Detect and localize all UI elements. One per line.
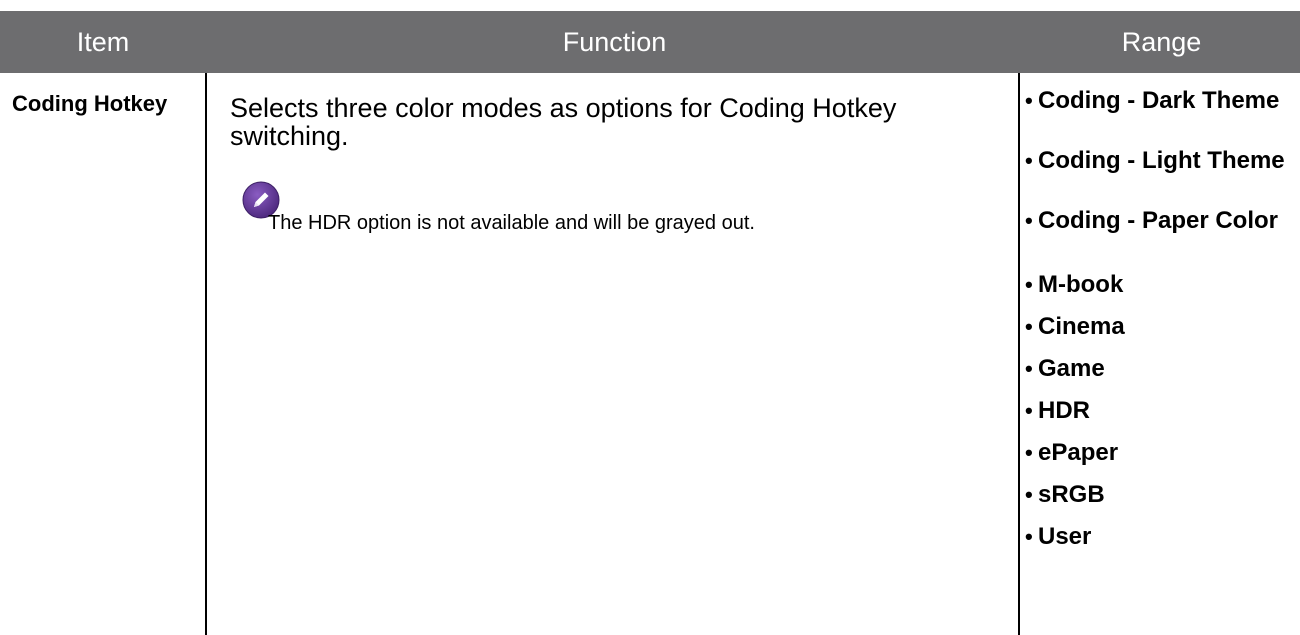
bullet: • <box>1025 482 1033 507</box>
bullet: • <box>1025 314 1033 339</box>
range-option-label: Cinema <box>1038 313 1125 340</box>
table-header-row: Item Function Range <box>0 11 1300 73</box>
column-divider-1 <box>205 73 207 635</box>
function-description: Selects three color modes as options for… <box>230 93 897 151</box>
bullet: • <box>1025 272 1033 297</box>
range-option-label: M-book <box>1038 271 1124 298</box>
range-option-label: Coding - Dark Theme <box>1038 87 1280 114</box>
note: The HDR option is not available and will… <box>230 179 1010 239</box>
function-cell: Selects three color modes as options for… <box>230 93 1010 234</box>
range-option-label: Coding - Paper Color <box>1038 207 1278 234</box>
bullet: • <box>1025 208 1033 233</box>
range-option-label: User <box>1038 523 1092 550</box>
settings-table: Item Function Range Coding Hotkey Select… <box>0 0 1300 635</box>
item-name: Coding Hotkey <box>12 91 168 116</box>
column-divider-2 <box>1018 73 1020 635</box>
header-function: Function <box>562 27 667 57</box>
bullet: • <box>1025 88 1033 113</box>
bullet: • <box>1025 356 1033 381</box>
bullet: • <box>1025 148 1033 173</box>
bullet: • <box>1025 524 1033 549</box>
item-cell: Coding Hotkey <box>12 92 197 116</box>
range-option-label: Coding - Light Theme <box>1038 147 1285 174</box>
header-item: Item <box>76 27 130 57</box>
range-option-label: sRGB <box>1038 481 1105 508</box>
note-text: The HDR option is not available and will… <box>268 212 755 234</box>
bullet: • <box>1025 398 1033 423</box>
header-range: Range <box>1121 27 1202 57</box>
bullet: • <box>1025 440 1033 465</box>
range-option-label: HDR <box>1038 397 1090 424</box>
range-option-label: Game <box>1038 355 1105 382</box>
range-option-label: ePaper <box>1038 439 1119 466</box>
